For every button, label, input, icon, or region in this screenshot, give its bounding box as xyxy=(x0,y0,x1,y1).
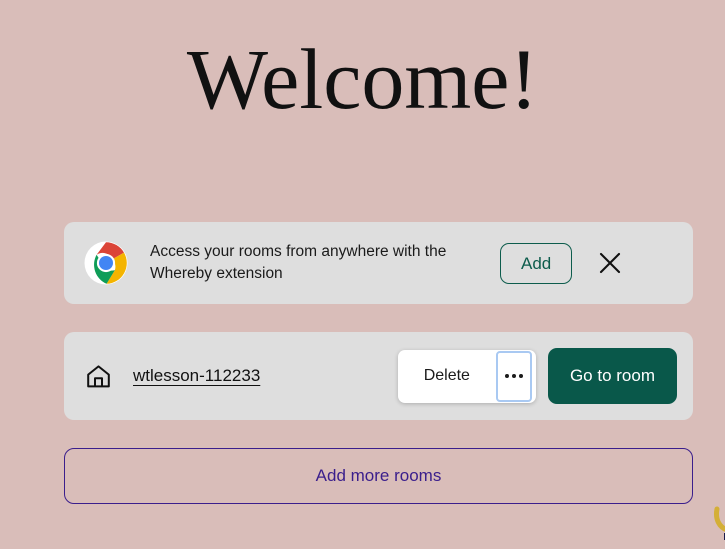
welcome-page: Welcome! Access your rooms from anywhere… xyxy=(0,0,725,549)
page-title: Welcome! xyxy=(186,31,539,127)
room-actions-menu: Delete xyxy=(397,349,536,403)
add-more-rooms-button[interactable]: Add more rooms xyxy=(64,448,693,504)
close-x-icon xyxy=(600,252,621,274)
support-widget-partial xyxy=(691,503,725,543)
ellipsis-icon xyxy=(511,374,516,378)
room-list-item: wtlesson-112233 Delete Go to room xyxy=(64,332,693,420)
page-header: Welcome! xyxy=(0,0,725,122)
extension-banner-message: Access your rooms from anywhere with the… xyxy=(150,243,447,282)
extension-banner: Access your rooms from anywhere with the… xyxy=(64,222,693,304)
add-extension-button[interactable]: Add xyxy=(500,242,573,284)
go-to-room-button[interactable]: Go to room xyxy=(547,348,677,404)
main-content: Access your rooms from anywhere with the… xyxy=(64,222,693,504)
home-icon xyxy=(84,362,112,390)
ellipsis-icon xyxy=(504,374,509,378)
chrome-logo-icon xyxy=(84,241,128,285)
room-name-link[interactable]: wtlesson-112233 xyxy=(133,366,260,386)
more-options-button[interactable] xyxy=(495,350,532,402)
close-banner-button[interactable] xyxy=(588,241,632,285)
ellipsis-icon xyxy=(518,374,523,378)
delete-room-button[interactable]: Delete xyxy=(398,350,496,403)
